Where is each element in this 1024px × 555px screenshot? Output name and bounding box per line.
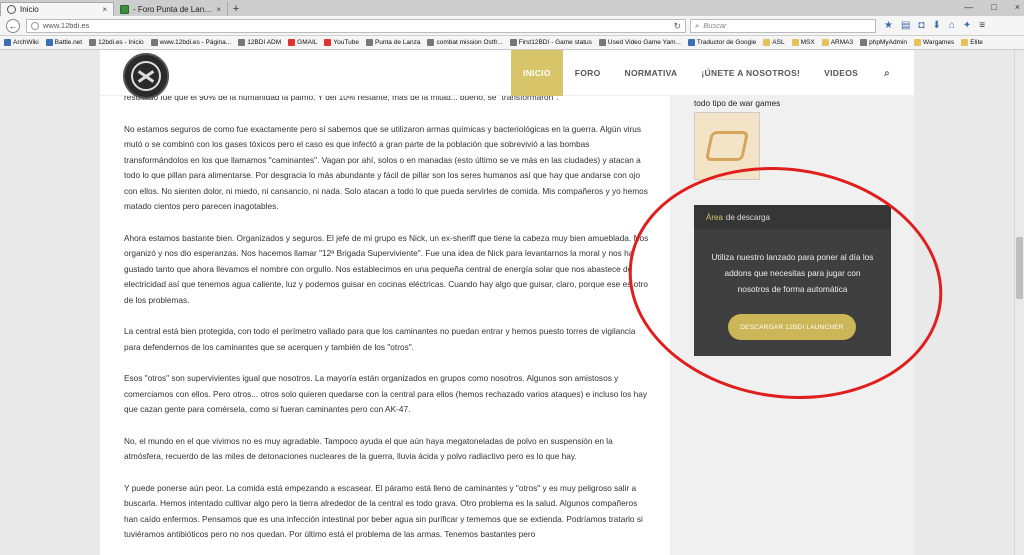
bookmark-item[interactable]: GMAIL	[288, 39, 317, 46]
tab-inicio[interactable]: Inicio ×	[0, 2, 114, 16]
translate-icon	[687, 39, 695, 46]
article-paragraph: No estamos seguros de como fue exactamen…	[124, 123, 648, 212]
site-search-icon[interactable]: ⌕	[870, 50, 898, 96]
article-paragraph: Y puede ponerse aún peor. La comida está…	[124, 482, 643, 540]
download-area-widget: Área de descarga Utiliza nuestro lanzado…	[694, 205, 891, 356]
url-text: www.12bdi.es	[43, 21, 90, 30]
close-tab-icon[interactable]: ×	[216, 5, 221, 14]
tab-label: Inicio	[20, 5, 39, 14]
minimize-button[interactable]: —	[964, 2, 973, 12]
navigation-bar: ← www.12bdi.es ↻ ⌕ Buscar ★ ▤ ◘ ⬇ ⌂ ✦ ≡	[0, 16, 1024, 36]
bookmark-item[interactable]: Battle.net	[45, 39, 82, 46]
bookmark-folder[interactable]: Wargames	[914, 39, 954, 46]
menu-item-inicio[interactable]: INICIO	[510, 50, 563, 96]
scrollbar-thumb[interactable]	[1016, 237, 1023, 299]
bookmarks-bar: ArchWiki Battle.net 12bdi.es - Inicio ww…	[0, 36, 1024, 50]
download-description: Utiliza nuestro lanzado para poner al dí…	[711, 252, 874, 294]
menu-item-foro[interactable]: FORO	[563, 50, 613, 96]
site-header: INICIO FORO NORMATIVA ¡ÚNETE A NOSOTROS!…	[100, 50, 914, 99]
tab-bar: Inicio × - Foro Punta de Lanza War... × …	[0, 0, 1024, 16]
extension-icon[interactable]: ✦	[963, 20, 971, 31]
bookmark-item[interactable]: Traductor de Google	[687, 39, 756, 46]
search-input[interactable]: ⌕ Buscar	[690, 18, 876, 33]
phpmyadmin-icon	[860, 39, 868, 46]
site-favicon-icon	[120, 4, 129, 14]
menu-item-normativa[interactable]: NORMATIVA	[613, 50, 690, 96]
main-menu: INICIO FORO NORMATIVA ¡ÚNETE A NOSOTROS!…	[510, 50, 898, 96]
page-scrollbar[interactable]	[1014, 50, 1024, 555]
bookmark-item[interactable]: First12BDI - Game status	[509, 39, 592, 46]
bookmark-folder[interactable]: Elite	[961, 39, 983, 46]
site-icon	[150, 39, 158, 46]
sidebar: todo tipo de war games Área de descarga …	[670, 50, 914, 555]
site-logo[interactable]	[123, 53, 169, 99]
article-body: resultado fue que el 90% de la humanidad…	[124, 90, 652, 555]
hexagon-logo-icon	[708, 131, 746, 161]
sidebar-caption: todo tipo de war games	[694, 98, 781, 108]
bookmark-item[interactable]: combat mission Ostfr...	[427, 39, 503, 46]
folder-icon	[763, 39, 771, 46]
window-controls: — □ ×	[964, 2, 1020, 12]
tab-label: - Foro Punta de Lanza War...	[133, 4, 213, 14]
reload-icon[interactable]: ↻	[673, 21, 681, 32]
folder-icon	[821, 39, 829, 46]
site-icon	[365, 39, 373, 46]
toolbar-icons: ★ ▤ ◘ ⬇ ⌂ ✦ ≡	[884, 20, 985, 31]
bookmark-folder[interactable]: ASL	[763, 39, 785, 46]
close-tab-icon[interactable]: ×	[102, 5, 107, 14]
menu-item-unete[interactable]: ¡ÚNETE A NOSOTROS!	[689, 50, 812, 96]
folder-icon	[914, 39, 922, 46]
bookmark-star-icon[interactable]: ★	[884, 20, 893, 31]
bookmark-item[interactable]: 12BDI ADM	[238, 39, 281, 46]
bookmark-folder[interactable]: MSX	[791, 39, 815, 46]
close-window-button[interactable]: ×	[1015, 2, 1020, 12]
sidebar-image[interactable]	[694, 112, 760, 180]
back-arrow-icon: ←	[8, 20, 18, 31]
menu-item-videos[interactable]: VIDEOS	[812, 50, 870, 96]
download-icon[interactable]: ⬇	[932, 20, 940, 31]
bookmark-item[interactable]: Used Video Game Yam...	[598, 39, 681, 46]
maximize-button[interactable]: □	[991, 2, 996, 12]
battlenet-icon	[45, 39, 53, 46]
url-bar[interactable]: www.12bdi.es ↻	[26, 18, 686, 33]
back-button[interactable]: ←	[6, 18, 20, 33]
site-icon	[89, 39, 97, 46]
youtube-icon	[324, 39, 332, 46]
brigade-emblem-icon	[131, 61, 161, 91]
download-area-title: Área de descarga	[694, 205, 891, 229]
folder-icon	[791, 39, 799, 46]
site-icon	[509, 39, 517, 46]
site-icon	[598, 39, 606, 46]
article-paragraph: Esos "otros" son supervivientes igual qu…	[124, 373, 647, 414]
download-launcher-button[interactable]: DESCARGAR 12BDI LAUNCHER	[728, 314, 856, 340]
archwiki-icon	[4, 39, 11, 46]
article-paragraph: La central está bien protegida, con todo…	[124, 326, 636, 352]
home-icon[interactable]: ⌂	[949, 20, 955, 31]
new-tab-button[interactable]: +	[228, 2, 244, 16]
bookmark-item[interactable]: ArchWiki	[4, 39, 39, 46]
pocket-icon[interactable]: ◘	[918, 20, 924, 31]
site-icon	[238, 39, 246, 46]
reading-list-icon[interactable]: ▤	[901, 20, 910, 31]
bookmark-item[interactable]: YouTube	[324, 39, 359, 46]
web-page: resultado fue que el 90% de la humanidad…	[0, 50, 1024, 555]
search-icon: ⌕	[695, 20, 700, 30]
tab-foro[interactable]: - Foro Punta de Lanza War... ×	[114, 2, 228, 16]
bookmark-item[interactable]: www.12bdi.es - Página...	[150, 39, 231, 46]
info-icon[interactable]	[31, 21, 39, 30]
article-paragraph: No, el mundo en el que vivimos no es muy…	[124, 435, 613, 462]
menu-icon[interactable]: ≡	[979, 20, 985, 31]
globe-icon	[7, 5, 16, 14]
site-icon	[427, 39, 435, 46]
bookmark-folder[interactable]: ARMA3	[821, 39, 853, 46]
bookmark-item[interactable]: phpMyAdmin	[860, 39, 907, 46]
folder-icon	[961, 39, 969, 46]
search-placeholder: Buscar	[703, 21, 727, 30]
bookmark-item[interactable]: 12bdi.es - Inicio	[89, 39, 144, 46]
main-content: resultado fue que el 90% de la humanidad…	[100, 50, 670, 555]
article-paragraph: Ahora estamos bastante bien. Organizados…	[124, 232, 649, 305]
bookmark-item[interactable]: Punta de Lanza	[365, 39, 420, 46]
gmail-icon	[288, 39, 296, 46]
